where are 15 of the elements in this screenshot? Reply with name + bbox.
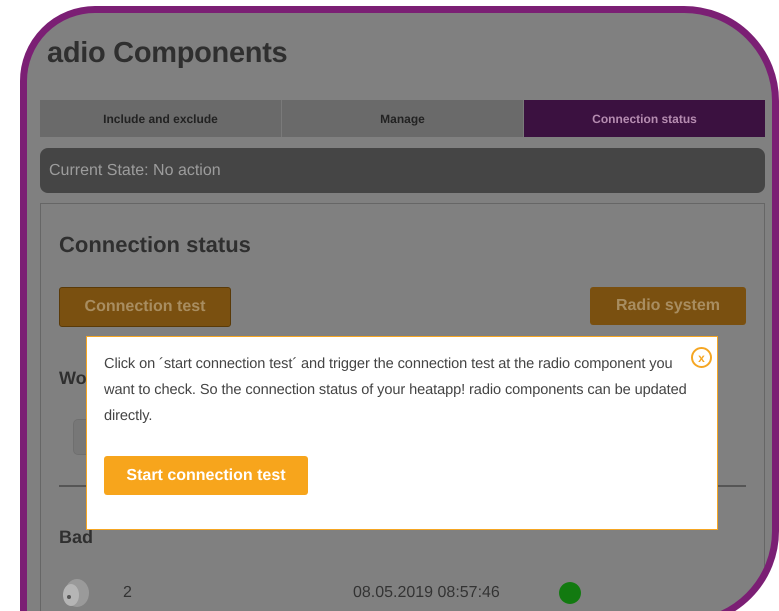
state-bar: Current State: No action — [40, 148, 765, 193]
start-connection-test-button[interactable]: Start connection test — [104, 456, 308, 495]
timestamp: 08.05.2019 08:57:46 — [353, 584, 501, 602]
tab[interactable]: Connection status — [524, 100, 765, 137]
device-name: 2 — [123, 584, 133, 602]
page-title: adio Components — [47, 37, 288, 71]
dialog-message: Click on ´start connection test´ and trigger the connection test at the radio component you want to check. So the connection status of your heatapp! radio components can be updated directly. — [104, 355, 687, 426]
tab[interactable]: Include and exclude — [40, 100, 282, 137]
group-heading: Bad — [59, 527, 94, 548]
radio-system-button[interactable]: Radio system — [590, 287, 746, 325]
section-heading: Connection status — [59, 232, 252, 258]
tab[interactable]: Manage — [282, 100, 524, 137]
group-heading: Wo — [59, 368, 87, 389]
connection-test-button[interactable]: Connection test — [59, 287, 231, 327]
close-button[interactable]: x — [691, 347, 712, 368]
